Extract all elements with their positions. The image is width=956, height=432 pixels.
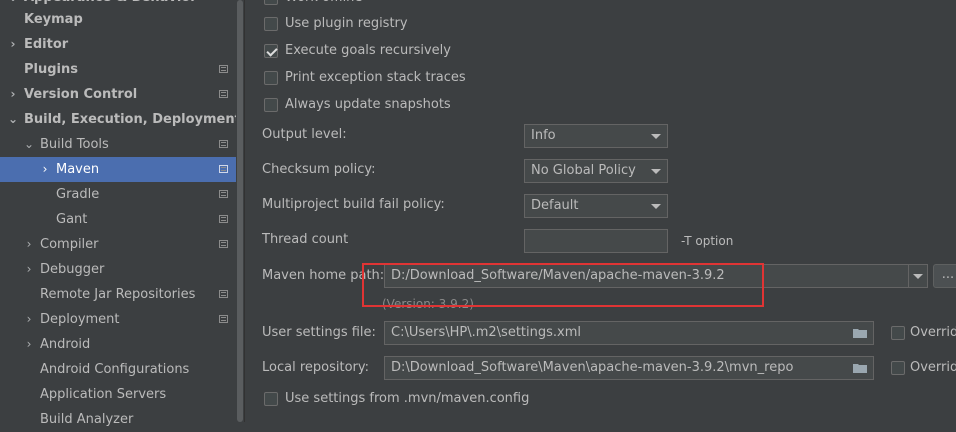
sidebar-item-version-control[interactable]: › Version Control (0, 82, 244, 107)
sidebar-item-editor[interactable]: › Editor (0, 32, 244, 57)
execute-goals-recursively-label: Execute goals recursively (285, 43, 451, 58)
chevron-right-icon[interactable]: › (39, 157, 51, 182)
multiproject-fail-policy-label: Multiproject build fail policy: (262, 197, 445, 212)
sidebar-item-gradle[interactable]: Gradle (0, 182, 244, 207)
sidebar-item-label: Gant (56, 212, 88, 227)
output-level-value: Info (531, 128, 556, 143)
sidebar-item-label: Debugger (40, 262, 105, 277)
local-repository-value: D:\Download_Software\Maven\apache-maven-… (391, 360, 794, 375)
user-settings-file-input[interactable]: C:\Users\HP\.m2\settings.xml (384, 321, 874, 345)
sidebar-item-label: Android Configurations (40, 362, 190, 377)
sidebar-item-label: Gradle (56, 187, 100, 202)
thread-count-input[interactable] (524, 229, 668, 253)
sidebar-item-remote-jar-repositories[interactable]: Remote Jar Repositories (0, 282, 244, 307)
sidebar-item-maven[interactable]: › Maven (0, 157, 244, 182)
sidebar-item-compiler[interactable]: › Compiler (0, 232, 244, 257)
project-settings-icon (219, 190, 228, 198)
sidebar-item-label: Build, Execution, Deployment (24, 112, 241, 127)
print-exception-stack-traces-label: Print exception stack traces (285, 70, 466, 85)
sidebar-item-label: Maven (56, 162, 100, 177)
chevron-right-icon[interactable]: › (23, 307, 35, 332)
sidebar-item-plugins[interactable]: Plugins (0, 57, 244, 82)
user-settings-file-label: User settings file: (262, 325, 376, 340)
panel-divider (244, 0, 245, 422)
sidebar-item-label: Keymap (24, 12, 83, 27)
chevron-down-icon[interactable]: ⌄ (7, 107, 19, 132)
sidebar-scrollbar-thumb[interactable] (237, 0, 243, 422)
sidebar-item-keymap[interactable]: Keymap (0, 7, 244, 32)
chevron-right-icon[interactable]: › (7, 32, 19, 57)
output-level-select[interactable]: Info (524, 124, 668, 148)
execute-goals-recursively-checkbox[interactable] (264, 44, 278, 58)
sidebar-item-android-configurations[interactable]: Android Configurations (0, 357, 244, 382)
local-repository-input[interactable]: D:\Download_Software\Maven\apache-maven-… (384, 356, 874, 380)
sidebar-item-label: Compiler (40, 237, 99, 252)
checksum-policy-label: Checksum policy: (262, 162, 376, 177)
browse-button[interactable]: ... (933, 264, 956, 288)
sidebar-item-debugger[interactable]: › Debugger (0, 257, 244, 282)
chevron-right-icon[interactable]: › (23, 332, 35, 357)
sidebar-item-label: Remote Jar Repositories (40, 287, 196, 302)
sidebar-item-label: Build Tools (40, 137, 109, 152)
folder-icon[interactable] (853, 328, 867, 338)
sidebar-item-deployment[interactable]: › Deployment (0, 307, 244, 332)
checksum-policy-value: No Global Policy (531, 163, 636, 178)
thread-count-suffix: -T option (681, 234, 734, 248)
dropdown-arrow-icon (651, 169, 661, 174)
sidebar-item-label: Deployment (40, 312, 120, 327)
multiproject-fail-policy-value: Default (531, 198, 579, 213)
chevron-right-icon[interactable]: › (23, 232, 35, 257)
chevron-right-icon[interactable]: › (23, 257, 35, 282)
output-level-label: Output level: (262, 127, 347, 142)
user-settings-override-checkbox[interactable] (891, 326, 905, 340)
thread-count-label: Thread count (262, 232, 349, 247)
local-repository-label: Local repository: (262, 360, 369, 375)
sidebar-item-build-execution-deployment[interactable]: ⌄ Build, Execution, Deployment (0, 107, 244, 132)
use-plugin-registry-label: Use plugin registry (285, 16, 408, 31)
sidebar-item-build-tools[interactable]: ⌄ Build Tools (0, 132, 244, 157)
sidebar-item-label: Build Analyzer (40, 412, 134, 427)
dropdown-arrow-icon (651, 134, 661, 139)
chevron-right-icon[interactable]: › (7, 82, 19, 107)
sidebar-item-gant[interactable]: Gant (0, 207, 244, 232)
use-plugin-registry-checkbox[interactable] (264, 17, 278, 31)
project-settings-icon (219, 65, 228, 73)
project-settings-icon (219, 140, 228, 148)
always-update-snapshots-checkbox[interactable] (264, 98, 278, 112)
sidebar-item-label: Editor (24, 37, 69, 52)
folder-icon[interactable] (853, 363, 867, 373)
user-settings-override-label: Override (910, 325, 956, 340)
local-repository-override-checkbox[interactable] (891, 361, 905, 375)
dropdown-arrow-icon (651, 204, 661, 209)
sidebar-item-android[interactable]: › Android (0, 332, 244, 357)
maven-home-path-dropdown[interactable] (908, 264, 928, 288)
highlight-annotation (362, 263, 764, 307)
project-settings-icon (219, 290, 228, 298)
project-settings-icon (219, 165, 228, 173)
dropdown-arrow-icon (913, 274, 923, 279)
chevron-down-icon[interactable]: ⌄ (23, 132, 35, 157)
sidebar-item-label: Version Control (24, 87, 138, 102)
always-update-snapshots-label: Always update snapshots (285, 97, 451, 112)
local-repository-override-label: Override (910, 360, 956, 375)
sidebar-item-application-servers[interactable]: Application Servers (0, 382, 244, 407)
print-exception-stack-traces-checkbox[interactable] (264, 71, 278, 85)
sidebar-item-label: Plugins (24, 62, 78, 77)
user-settings-file-value: C:\Users\HP\.m2\settings.xml (391, 325, 582, 340)
project-settings-icon (219, 215, 228, 223)
sidebar-item-build-analyzer[interactable]: Build Analyzer (0, 407, 244, 432)
project-settings-icon (219, 90, 228, 98)
work-offline-checkbox[interactable] (264, 0, 278, 5)
settings-sidebar: ⌄ Appearance & Behavior Keymap › Editor … (0, 0, 244, 427)
multiproject-fail-policy-select[interactable]: Default (524, 194, 668, 218)
use-mvn-config-label: Use settings from .mvn/maven.config (285, 391, 530, 406)
use-mvn-config-checkbox[interactable] (264, 392, 278, 406)
sidebar-item-label: Android (40, 337, 91, 352)
checksum-policy-select[interactable]: No Global Policy (524, 159, 668, 183)
sidebar-item-label: Application Servers (40, 387, 167, 402)
project-settings-icon (219, 240, 228, 248)
project-settings-icon (219, 315, 228, 323)
work-offline-label: Work offline (285, 0, 362, 8)
